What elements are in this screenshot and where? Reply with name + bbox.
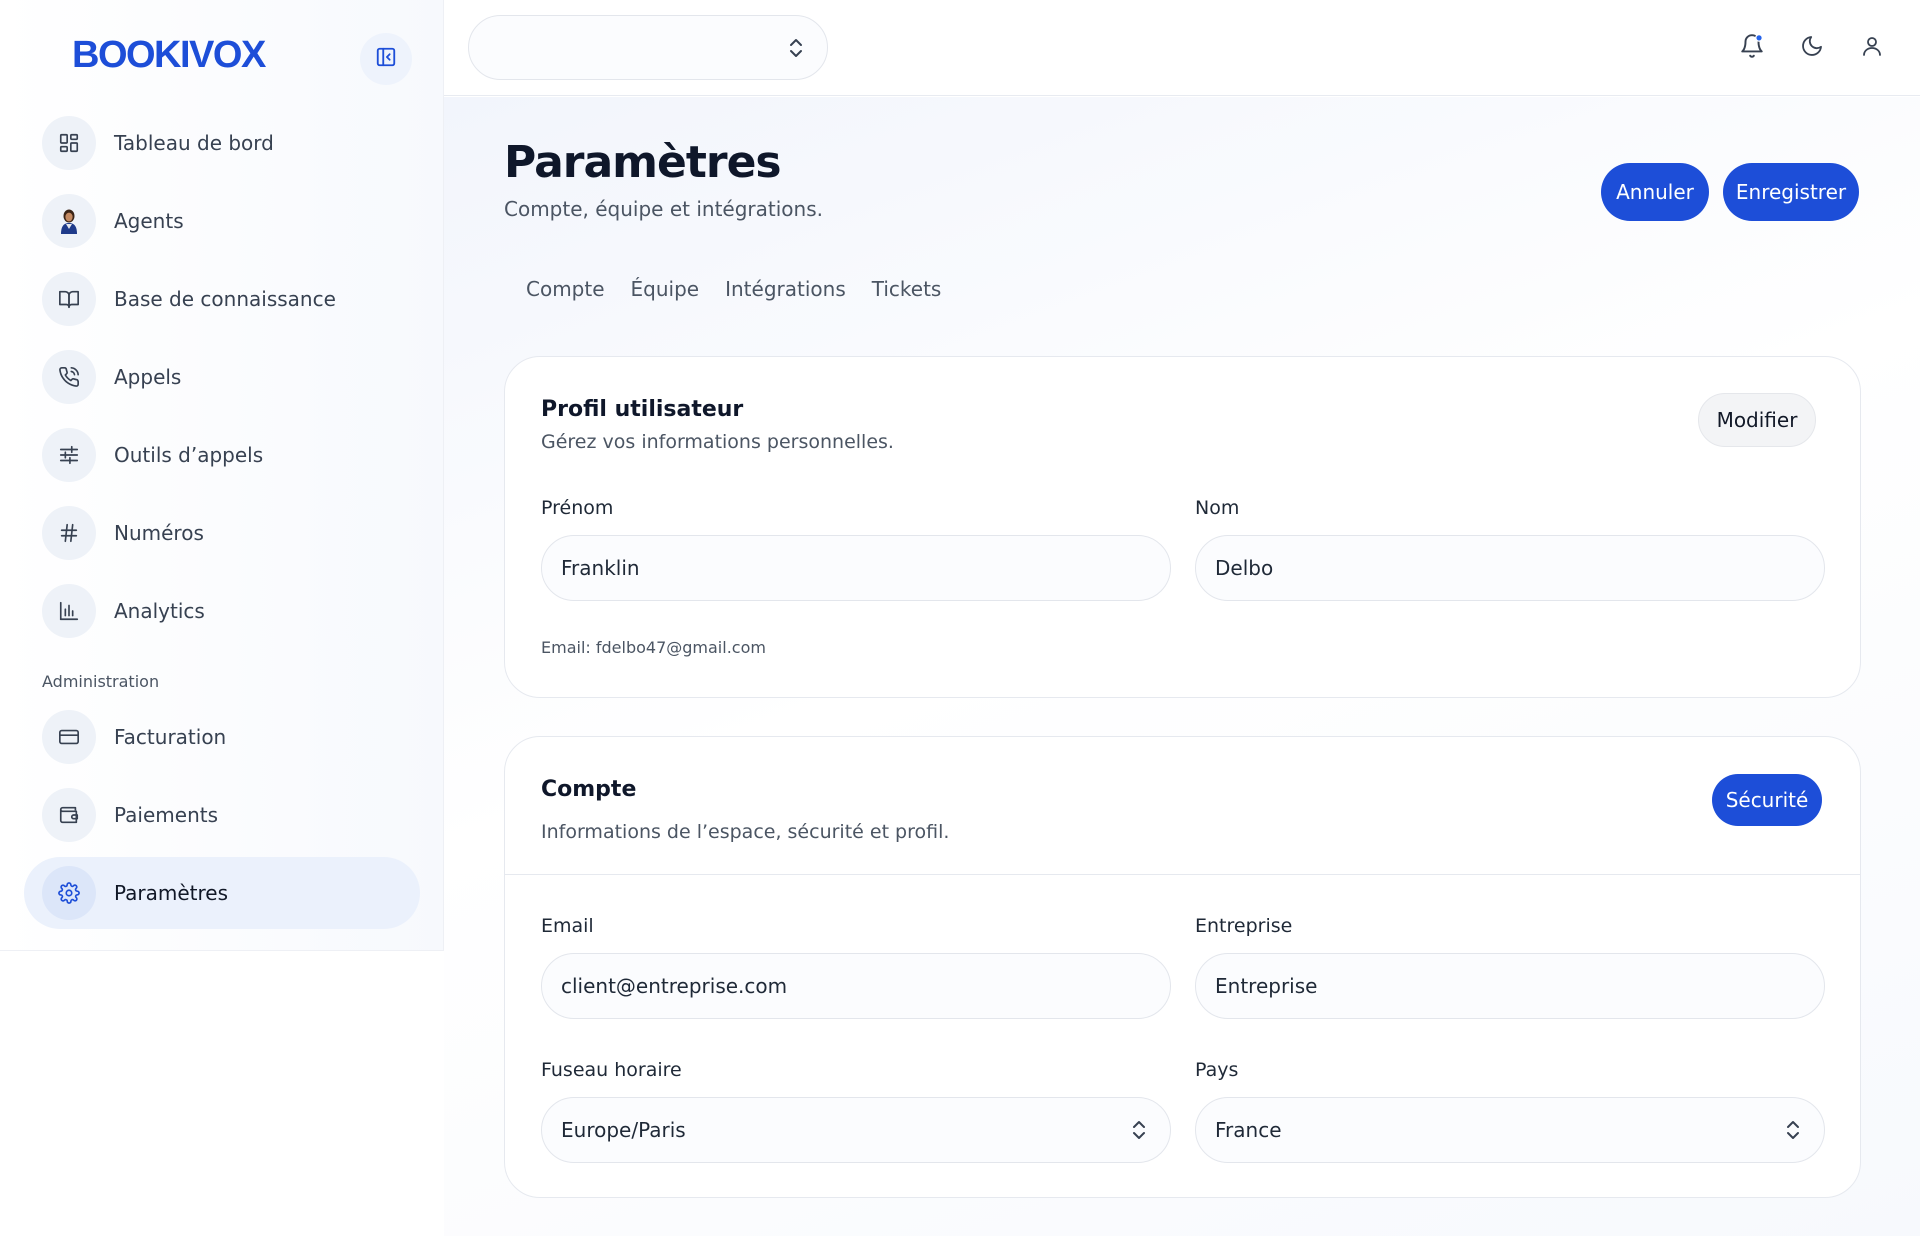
credit-card-icon (42, 710, 96, 764)
last-name-label: Nom (1195, 497, 1240, 519)
profile-email-note: Email: fdelbo47@gmail.com (541, 638, 766, 657)
company-field[interactable]: Entreprise (1195, 953, 1825, 1019)
profile-card-subtitle: Gérez vos informations personnelles. (541, 431, 894, 453)
agent-avatar-icon (42, 194, 96, 248)
company-label: Entreprise (1195, 915, 1293, 937)
sidebar-item-numeros[interactable]: Numéros (24, 497, 420, 569)
edit-profile-button[interactable]: Modifier (1698, 393, 1816, 447)
sidebar-item-label: Analytics (114, 599, 205, 623)
user-icon (1860, 34, 1884, 62)
chevron-up-down-icon (787, 37, 805, 63)
first-name-field[interactable]: Franklin (541, 535, 1171, 601)
first-name-label: Prénom (541, 497, 614, 519)
profile-card: Profil utilisateur Gérez vos information… (504, 356, 1861, 698)
email-value: client@entreprise.com (561, 974, 788, 998)
tab-tickets[interactable]: Tickets (872, 277, 942, 301)
sidebar-item-tableau-de-bord[interactable]: Tableau de bord (24, 107, 420, 179)
email-label: Email (541, 915, 594, 937)
country-value: France (1215, 1118, 1282, 1142)
settings-tabs: Compte Équipe Intégrations Tickets (526, 277, 967, 301)
page-title: Paramètres (504, 137, 782, 188)
timezone-value: Europe/Paris (561, 1118, 686, 1142)
open-book-icon (42, 272, 96, 326)
theme-toggle-button[interactable] (1792, 28, 1832, 68)
last-name-value: Delbo (1215, 556, 1274, 580)
profile-card-title: Profil utilisateur (541, 397, 744, 422)
workspace-select[interactable] (468, 15, 828, 80)
timezone-select[interactable]: Europe/Paris (541, 1097, 1171, 1163)
bell-icon (1739, 33, 1765, 63)
sidebar-item-label: Paramètres (114, 881, 229, 905)
email-field[interactable]: client@entreprise.com (541, 953, 1171, 1019)
user-menu-button[interactable] (1852, 28, 1892, 68)
wallet-icon (42, 788, 96, 842)
sidebar-item-parametres[interactable]: Paramètres (24, 857, 420, 929)
sliders-icon (42, 428, 96, 482)
sidebar-item-label: Appels (114, 365, 182, 389)
sidebar-item-analytics[interactable]: Analytics (24, 575, 420, 647)
security-button[interactable]: Sécurité (1712, 774, 1822, 826)
account-card-subtitle: Informations de l’espace, sécurité et pr… (541, 821, 950, 843)
sidebar-section-administration: Administration (42, 672, 160, 691)
hash-icon (42, 506, 96, 560)
last-name-field[interactable]: Delbo (1195, 535, 1825, 601)
sidebar-item-label: Base de connaissance (114, 287, 336, 311)
chevron-up-down-icon (1784, 1119, 1802, 1146)
sidebar-collapse-icon (375, 46, 397, 72)
sidebar-item-outils-d-appels[interactable]: Outils d’appels (24, 419, 420, 491)
company-value: Entreprise (1215, 974, 1318, 998)
tab-integrations[interactable]: Intégrations (725, 277, 846, 301)
bar-chart-icon (42, 584, 96, 638)
sidebar-item-label: Facturation (114, 725, 227, 749)
moon-icon (1800, 34, 1824, 62)
sidebar: BOOKIVOX Tableau de bord Agents Base de … (0, 0, 444, 951)
tab-compte[interactable]: Compte (526, 277, 605, 301)
sidebar-item-label: Tableau de bord (114, 131, 274, 155)
country-select[interactable]: France (1195, 1097, 1825, 1163)
main-content: Paramètres Compte, équipe et intégration… (444, 97, 1920, 1236)
sidebar-item-label: Outils d’appels (114, 443, 264, 467)
timezone-label: Fuseau horaire (541, 1059, 682, 1081)
sidebar-item-label: Paiements (114, 803, 219, 827)
country-label: Pays (1195, 1059, 1239, 1081)
account-card-title: Compte (541, 777, 637, 802)
gear-icon (42, 866, 96, 920)
account-card: Compte Informations de l’espace, sécurit… (504, 736, 1861, 1198)
tab-equipe[interactable]: Équipe (631, 277, 700, 301)
app-logo[interactable]: BOOKIVOX (72, 34, 266, 77)
dashboard-grid-icon (42, 116, 96, 170)
first-name-value: Franklin (561, 556, 640, 580)
chevron-up-down-icon (1130, 1119, 1148, 1146)
sidebar-item-appels[interactable]: Appels (24, 341, 420, 413)
sidebar-item-paiements[interactable]: Paiements (24, 779, 420, 851)
page-subtitle: Compte, équipe et intégrations. (504, 197, 823, 221)
cancel-button[interactable]: Annuler (1601, 163, 1709, 221)
phone-call-icon (42, 350, 96, 404)
sidebar-item-agents[interactable]: Agents (24, 185, 420, 257)
top-bar (444, 0, 1920, 96)
sidebar-item-label: Numéros (114, 521, 204, 545)
collapse-sidebar-button[interactable] (360, 33, 412, 85)
sidebar-item-base-de-connaissance[interactable]: Base de connaissance (24, 263, 420, 335)
sidebar-item-facturation[interactable]: Facturation (24, 701, 420, 773)
notifications-button[interactable] (1732, 28, 1772, 68)
save-button[interactable]: Enregistrer (1723, 163, 1859, 221)
sidebar-item-label: Agents (114, 209, 184, 233)
account-card-divider (505, 874, 1860, 875)
